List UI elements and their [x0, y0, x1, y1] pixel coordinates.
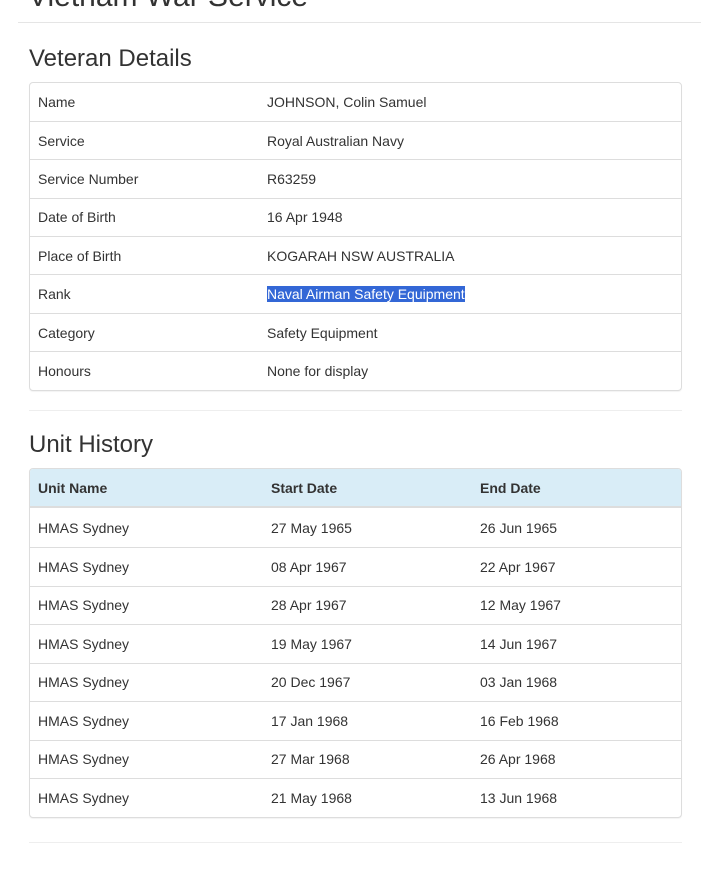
details-row-rank: Rank Naval Airman Safety Equipment — [30, 274, 681, 314]
details-label: Honours — [30, 351, 259, 391]
details-value: 16 Apr 1948 — [259, 197, 681, 237]
details-label: Place of Birth — [30, 236, 259, 275]
start-date-cell: 21 May 1968 — [263, 778, 472, 817]
unit-name-cell: HMAS Sydney — [30, 701, 263, 740]
details-value: None for display — [259, 351, 681, 391]
start-date-cell: 27 May 1965 — [271, 519, 352, 536]
page-header: Vietnam War Service — [18, 0, 701, 23]
table-row: HMAS Sydney 08 Apr 1967 22 Apr 1967 — [30, 547, 681, 586]
table-row: HMAS Sydney 27 May 1965 26 Jun 1965 — [30, 507, 681, 548]
start-date-cell: 27 Mar 1968 — [263, 739, 472, 779]
table-header-row: Unit Name Start Date End Date — [30, 469, 681, 508]
details-value-selected[interactable]: Naval Airman Safety Equipment — [267, 286, 465, 303]
details-value: R63259 — [259, 159, 681, 199]
details-value: JOHNSON, Colin Samuel — [267, 93, 427, 110]
details-label: Rank — [30, 274, 259, 314]
end-date-cell: 26 Apr 1968 — [472, 739, 681, 779]
details-label: Category — [30, 312, 259, 352]
unit-name-cell: HMAS Sydney — [30, 739, 263, 779]
details-row-category: Category Safety Equipment — [30, 312, 681, 352]
unit-history-panel: Unit Name Start Date End Date HMAS Sydne… — [29, 468, 682, 818]
details-label: Service — [30, 120, 259, 160]
unit-history-heading: Unit History — [29, 431, 154, 458]
unit-name-cell: HMAS Sydney — [30, 662, 263, 702]
veteran-details-heading: Veteran Details — [29, 45, 192, 72]
start-date-cell: 08 Apr 1967 — [263, 547, 472, 586]
end-date-cell: 03 Jan 1968 — [472, 662, 681, 702]
veteran-details-table: Name JOHNSON, Colin Samuel Service Royal… — [30, 83, 681, 391]
section-divider — [29, 410, 682, 411]
details-row-place-of-birth: Place of Birth KOGARAH NSW AUSTRALIA — [30, 236, 681, 275]
end-date-cell: 14 Jun 1967 — [472, 624, 681, 663]
details-value: Safety Equipment — [259, 312, 681, 352]
page-title: Vietnam War Service — [28, 0, 308, 13]
details-row-honours: Honours None for display — [30, 351, 681, 391]
end-date-cell: 13 Jun 1968 — [472, 778, 681, 817]
details-value: Royal Australian Navy — [259, 120, 681, 160]
table-row: HMAS Sydney 17 Jan 1968 16 Feb 1968 — [30, 701, 681, 740]
unit-name-cell: HMAS Sydney — [30, 585, 263, 625]
details-row-service: Service Royal Australian Navy — [30, 120, 681, 160]
table-row: HMAS Sydney 21 May 1968 13 Jun 1968 — [30, 778, 681, 817]
start-date-cell: 28 Apr 1967 — [263, 585, 472, 625]
table-row: HMAS Sydney 20 Dec 1967 03 Jan 1968 — [30, 662, 681, 702]
table-row: HMAS Sydney 27 Mar 1968 26 Apr 1968 — [30, 739, 681, 779]
end-date-cell: 16 Feb 1968 — [472, 701, 681, 740]
unit-name-cell: HMAS Sydney — [38, 519, 130, 536]
column-header-unit-name: Unit Name — [30, 469, 263, 508]
column-header-end-date: End Date — [472, 469, 681, 508]
unit-name-cell: HMAS Sydney — [30, 547, 263, 586]
table-row: HMAS Sydney 19 May 1967 14 Jun 1967 — [30, 624, 681, 663]
unit-history-table: Unit Name Start Date End Date HMAS Sydne… — [30, 469, 681, 817]
start-date-cell: 17 Jan 1968 — [263, 701, 472, 740]
end-date-cell: 22 Apr 1967 — [472, 547, 681, 586]
details-label: Name — [38, 93, 76, 110]
end-date-cell: 26 Jun 1965 — [480, 519, 558, 536]
details-row-service-number: Service Number R63259 — [30, 159, 681, 199]
end-date-cell: 12 May 1967 — [472, 585, 681, 625]
column-header-start-date: Start Date — [263, 469, 472, 508]
table-row: HMAS Sydney 28 Apr 1967 12 May 1967 — [30, 585, 681, 625]
unit-name-cell: HMAS Sydney — [30, 778, 263, 817]
details-row-name: Name JOHNSON, Colin Samuel — [30, 83, 681, 121]
start-date-cell: 19 May 1967 — [263, 624, 472, 663]
details-label: Service Number — [30, 159, 259, 199]
details-row-date-of-birth: Date of Birth 16 Apr 1948 — [30, 197, 681, 237]
details-value: KOGARAH NSW AUSTRALIA — [259, 236, 681, 275]
details-value-cell: Naval Airman Safety Equipment — [259, 274, 681, 314]
start-date-cell: 20 Dec 1967 — [263, 662, 472, 702]
unit-name-cell: HMAS Sydney — [30, 624, 263, 663]
veteran-details-panel: Name JOHNSON, Colin Samuel Service Royal… — [29, 82, 682, 392]
section-divider — [29, 842, 682, 843]
details-label: Date of Birth — [30, 197, 259, 237]
